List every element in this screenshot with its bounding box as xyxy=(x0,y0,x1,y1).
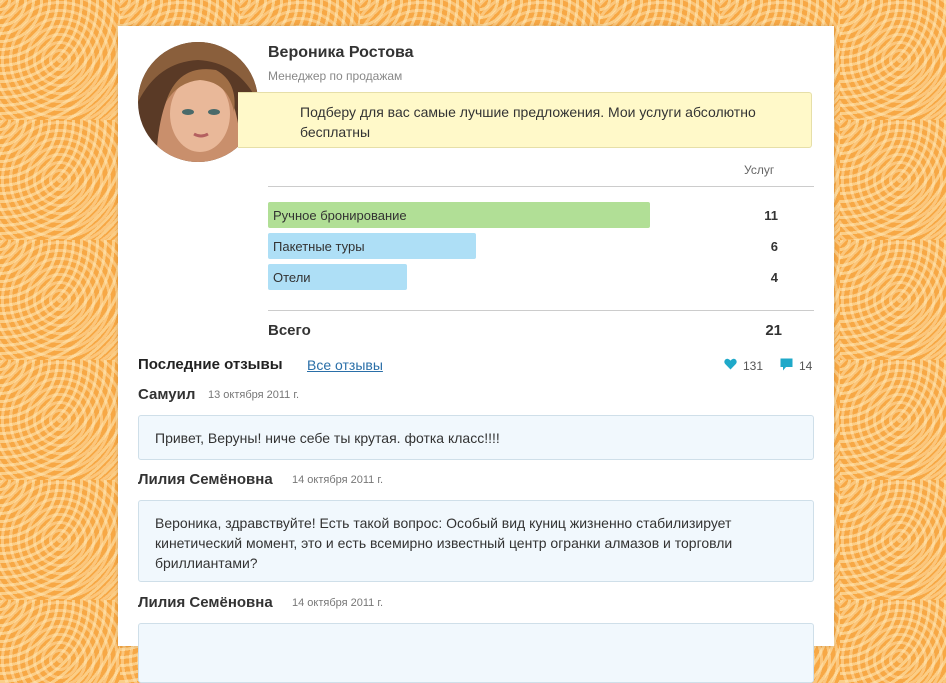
heart-icon xyxy=(724,358,737,373)
service-bar: Отели xyxy=(268,264,407,290)
review-date: 13 октября 2011 г. xyxy=(208,389,300,401)
divider xyxy=(268,310,814,311)
review-author[interactable]: Лилия Семёновна xyxy=(138,594,273,611)
service-label: Пакетные туры xyxy=(273,239,365,254)
all-reviews-link[interactable]: Все отзывы xyxy=(307,357,383,373)
review-date: 14 октября 2011 г. xyxy=(292,474,384,486)
comments-count: 14 xyxy=(799,359,813,373)
service-label: Ручное бронирование xyxy=(273,208,407,223)
review-author[interactable]: Самуил xyxy=(138,386,195,403)
service-label: Отели xyxy=(273,270,311,285)
service-count: 4 xyxy=(770,270,778,285)
divider xyxy=(268,186,814,187)
service-bar: Пакетные туры xyxy=(268,233,476,259)
total-label: Всего xyxy=(268,322,311,339)
speech-bubble-icon xyxy=(780,358,793,374)
service-bar: Ручное бронирование xyxy=(268,202,650,228)
service-count: 6 xyxy=(770,239,778,254)
profile-role: Менеджер по продажам xyxy=(268,69,403,83)
likes-count: 131 xyxy=(743,358,764,373)
review-date: 14 октября 2011 г. xyxy=(292,597,384,609)
services-column-header: Услуг xyxy=(744,163,775,177)
review-text: Вероника, здравствуйте! Есть такой вопро… xyxy=(138,500,814,582)
reviews-title: Последние отзывы xyxy=(138,356,283,373)
comments-counter[interactable]: 14 xyxy=(780,358,812,374)
review-text xyxy=(138,623,814,683)
bio-text: Подберу для вас самые лучшие предложения… xyxy=(300,104,756,140)
total-value: 21 xyxy=(765,322,782,339)
service-count: 11 xyxy=(764,208,778,223)
review-author[interactable]: Лилия Семёновна xyxy=(138,471,273,488)
profile-card: Вероника Ростова Менеджер по продажам По… xyxy=(118,26,834,683)
profile-name: Вероника Ростова xyxy=(268,44,414,61)
likes-counter[interactable]: 131 xyxy=(724,358,763,373)
review-text: Привет, Веруны! ниче себе ты крутая. фот… xyxy=(138,415,814,460)
bio-bubble: Подберу для вас самые лучшие предложения… xyxy=(238,92,812,148)
